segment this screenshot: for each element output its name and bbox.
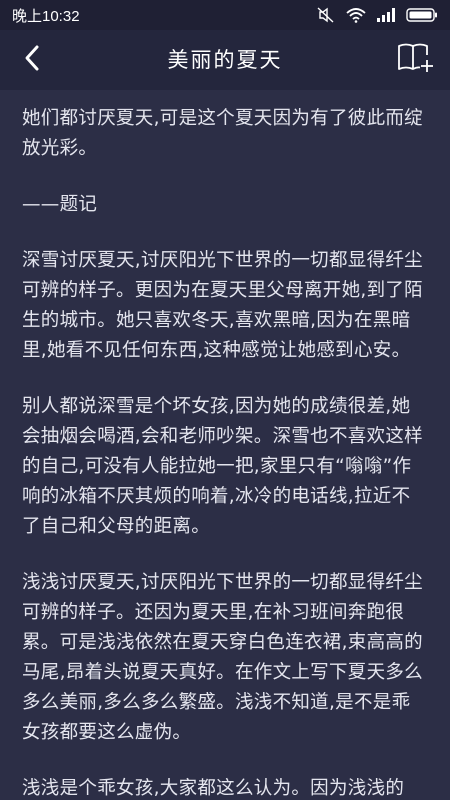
- book-add-icon: [396, 41, 436, 79]
- chevron-left-icon: [23, 44, 41, 76]
- article-paragraph: 浅浅讨厌夏天,讨厌阳光下世界的一切都显得纤尘可辨的样子。还因为夏天里,在补习班间…: [22, 572, 423, 743]
- battery-icon: [406, 7, 438, 23]
- article-paragraph: ——题记: [22, 194, 98, 215]
- article-paragraph: 别人都说深雪是个坏女孩,因为她的成绩很差,她会抽烟会喝酒,会和老师吵架。深雪也不…: [22, 396, 423, 537]
- status-bar: 晚上10:32: [0, 0, 450, 30]
- reader-screen: 晚上10:32 美丽的夏天 她们都讨厌夏天,可是这个夏天因为有了彼此而绽放光彩。…: [0, 0, 450, 800]
- add-bookmark-button[interactable]: [396, 42, 436, 78]
- article-paragraph: 深雪讨厌夏天,讨厌阳光下世界的一切都显得纤尘可辨的样子。更因为在夏天里父母离开她…: [22, 250, 423, 361]
- signal-icon: [376, 7, 396, 23]
- article-body: 她们都讨厌夏天,可是这个夏天因为有了彼此而绽放光彩。 ——题记 深雪讨厌夏天,讨…: [0, 90, 450, 800]
- article-content[interactable]: 她们都讨厌夏天,可是这个夏天因为有了彼此而绽放光彩。 ——题记 深雪讨厌夏天,讨…: [0, 90, 450, 800]
- status-time: 晚上10:32: [12, 7, 80, 25]
- back-button[interactable]: [16, 44, 48, 76]
- top-nav-bar: 美丽的夏天: [0, 30, 450, 90]
- mute-icon: [316, 7, 336, 23]
- article-paragraph: 她们都讨厌夏天,可是这个夏天因为有了彼此而绽放光彩。: [22, 108, 423, 159]
- article-paragraph: 浅浅是个乖女孩,大家都这么认为。因为浅浅的: [22, 778, 405, 799]
- wifi-icon: [346, 7, 366, 23]
- status-icons: [316, 7, 438, 23]
- page-title: 美丽的夏天: [167, 48, 283, 72]
